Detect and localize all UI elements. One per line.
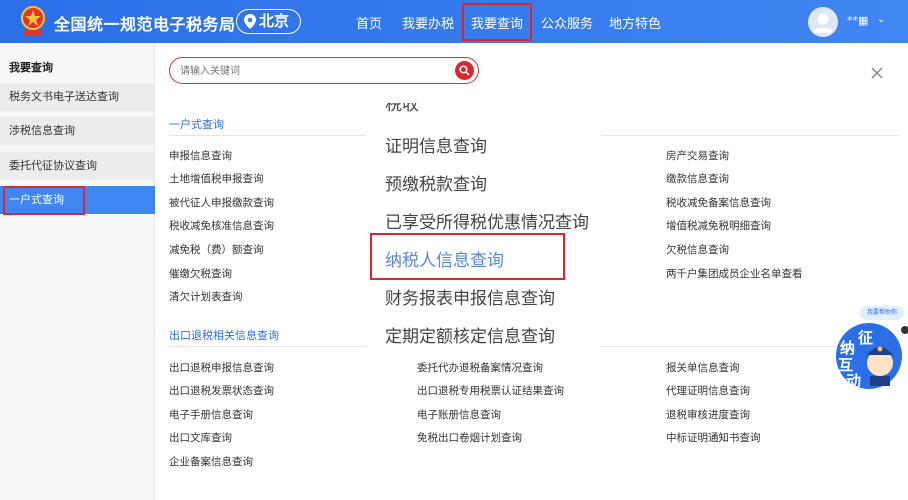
query-link[interactable]: 中标证明通知书查询: [666, 430, 761, 445]
query-link[interactable]: 税收减免备案信息查询: [666, 195, 771, 210]
location-pin-icon: [244, 14, 256, 29]
query-link[interactable]: 出口退税申报信息查询: [169, 360, 274, 375]
nav-tax-handling[interactable]: 我要办税: [402, 13, 454, 32]
top-bar: 全国统一规范电子税务局 北京 首页 我要办税 我要查询 公众服务 地方特色 **…: [0, 0, 908, 43]
sidebar-item-tax-info[interactable]: 涉税信息查询: [0, 117, 155, 145]
query-link[interactable]: 减免税（费）额查询: [169, 242, 264, 257]
city-label: 北京: [259, 12, 290, 30]
user-name[interactable]: **▦: [847, 14, 868, 27]
query-link[interactable]: 增值税减免税明细查询: [666, 218, 771, 233]
query-link[interactable]: 代理证明信息查询: [666, 383, 750, 398]
close-icon[interactable]: [870, 66, 884, 80]
query-link[interactable]: 房产交易查询: [666, 148, 729, 163]
query-link[interactable]: 申报信息查询: [169, 148, 232, 163]
widget-char: 征: [858, 329, 874, 347]
site-title[interactable]: 全国统一规范电子税务局: [54, 11, 236, 35]
query-link[interactable]: 报关单信息查询: [666, 360, 740, 375]
nav-public-service[interactable]: 公众服务: [541, 13, 593, 32]
service-widget[interactable]: 我要帮助你 征 纳 互 动: [834, 303, 908, 393]
search-button[interactable]: [455, 61, 474, 80]
query-link[interactable]: 退税审核进度查询: [666, 407, 750, 422]
widget-close-icon[interactable]: [901, 326, 908, 334]
nav-local-features[interactable]: 地方特色: [609, 13, 661, 32]
query-link[interactable]: 清欠计划表查询: [169, 289, 243, 304]
search-box: [169, 57, 479, 84]
avatar[interactable]: [808, 7, 838, 37]
query-link[interactable]: 电子账册信息查询: [417, 407, 501, 422]
zoom-item-fixed-quota[interactable]: 定期定额核定信息查询: [385, 322, 555, 347]
query-link[interactable]: 出口退税专用税票认证结果查询: [417, 383, 564, 398]
query-link[interactable]: 出口退税发票状态查询: [169, 383, 274, 398]
widget-char: 动: [846, 372, 862, 390]
zoom-item-income-tax-preference[interactable]: 已享受所得税优惠情况查询: [385, 208, 589, 233]
section-title-one-household: 一户式查询: [169, 118, 224, 131]
zoom-overlay-panel: 证明信息查询 预缴税款查询 已享受所得税优惠情况查询 纳税人信息查询 财务报表申…: [366, 100, 601, 355]
tax-emblem-icon: [21, 6, 45, 35]
sidebar-item-entrusted-agreement[interactable]: 委托代征协议查询: [0, 152, 155, 180]
query-link[interactable]: 税收减免核准信息查询: [169, 218, 274, 233]
section-title-export-refund: 出口退税相关信息查询: [169, 329, 279, 342]
query-link[interactable]: 企业备案信息查询: [169, 454, 253, 469]
query-link[interactable]: 土地增值税申报查询: [169, 171, 264, 186]
sidebar-item-document-delivery[interactable]: 税务文书电子送达查询: [0, 83, 155, 111]
city-selector[interactable]: 北京: [236, 9, 301, 34]
zoom-clipped-text: 税收: [385, 103, 419, 112]
sidebar-title: 我要查询: [9, 61, 53, 74]
user-icon: [813, 13, 833, 33]
zoom-item-financial-report[interactable]: 财务报表申报信息查询: [385, 284, 555, 309]
query-link[interactable]: 缴款信息查询: [666, 171, 729, 186]
taxpayer-info-highlight-box: [370, 233, 565, 280]
widget-circle: 征 纳 互 动: [836, 323, 902, 390]
nav-query-highlight-box: [462, 3, 532, 41]
query-link[interactable]: 两千户集团成员企业名单查看: [666, 266, 803, 281]
search-input[interactable]: [180, 63, 440, 79]
query-link[interactable]: 免税出口卷烟计划查询: [417, 430, 522, 445]
sidebar-active-highlight-box: [3, 186, 85, 215]
zoom-item-certificate[interactable]: 证明信息查询: [385, 132, 487, 157]
nav-home[interactable]: 首页: [356, 13, 382, 32]
sidebar: 我要查询 税务文书电子送达查询 涉税信息查询 委托代征协议查询 一户式查询: [0, 43, 155, 500]
zoom-item-prepaid-tax[interactable]: 预缴税款查询: [385, 170, 487, 195]
widget-bubble: 我要帮助你: [860, 306, 904, 320]
chevron-down-icon[interactable]: ⌄: [877, 14, 885, 25]
query-link[interactable]: 出口文库查询: [169, 430, 232, 445]
search-icon: [459, 65, 470, 76]
query-link[interactable]: 委托代办退税备案情况查询: [417, 360, 543, 375]
query-link[interactable]: 催缴欠税查询: [169, 266, 232, 281]
query-link[interactable]: 被代征人申报缴款查询: [169, 195, 274, 210]
query-link[interactable]: 电子手册信息查询: [169, 407, 253, 422]
query-link[interactable]: 欠税信息查询: [666, 242, 729, 257]
